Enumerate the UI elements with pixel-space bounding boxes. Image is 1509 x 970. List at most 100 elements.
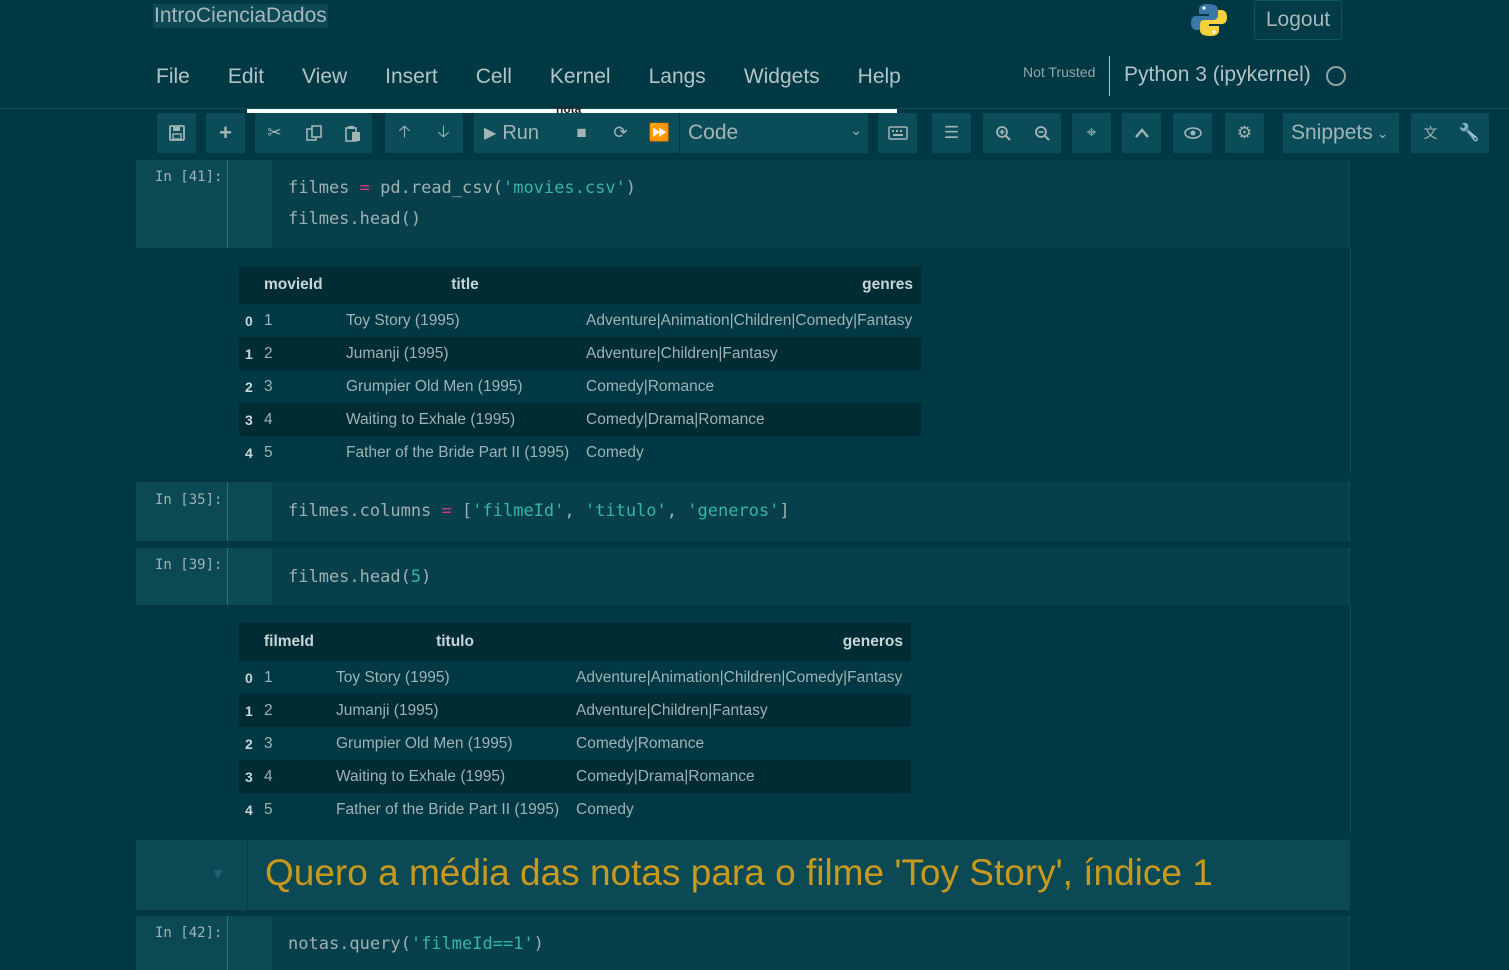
view-group — [1173, 113, 1212, 153]
code-line: filmes = pd.read_csv('movies.csv') — [288, 178, 637, 198]
dataframe-table: filmeId titulo generos 0 1 Toy Story (19… — [239, 623, 911, 826]
zoom-out-icon[interactable] — [1022, 113, 1061, 153]
stop-icon[interactable]: ■ — [562, 113, 601, 153]
chevron-down-icon: ⌄ — [850, 122, 862, 138]
menu-kernel[interactable]: Kernel — [531, 62, 630, 92]
menu-widgets[interactable]: Widgets — [725, 62, 839, 92]
column-header: generos — [575, 623, 911, 661]
table-cell: Waiting to Exhale (1995) — [335, 760, 575, 793]
cell-prompt: In [35]: — [155, 492, 223, 508]
fast-forward-icon[interactable]: ⏩ — [640, 113, 679, 153]
table-cell: Adventure|Animation|Children|Comedy|Fant… — [575, 661, 911, 694]
table-cell: 1 — [263, 304, 345, 337]
save-group — [157, 113, 196, 153]
cell-type-select[interactable]: Code ⌄ — [680, 113, 868, 153]
play-icon: ▶ — [484, 125, 497, 142]
row-index: 0 — [239, 304, 263, 337]
table-cell: Father of the Bride Part II (1995) — [345, 436, 585, 469]
row-index: 2 — [239, 727, 263, 760]
prompt-divider — [227, 548, 228, 605]
menu-file[interactable]: File — [137, 62, 209, 92]
table-row: 0 1 Toy Story (1995) Adventure|Animation… — [239, 661, 911, 694]
table-row: 0 1 Toy Story (1995) Adventure|Animation… — [239, 304, 921, 337]
row-index: 3 — [239, 760, 263, 793]
chevron-down-icon: ⌄ — [1376, 124, 1389, 141]
keyboard-icon[interactable] — [878, 113, 917, 153]
extras-group: 文 🔧 — [1411, 113, 1489, 153]
trust-status[interactable]: Not Trusted — [1023, 64, 1095, 80]
menu-insert[interactable]: Insert — [366, 62, 457, 92]
menu-help[interactable]: Help — [839, 62, 920, 92]
menu-langs[interactable]: Langs — [630, 62, 725, 92]
table-cell: 1 — [263, 661, 335, 694]
table-cell: Comedy — [575, 793, 911, 826]
table-cell: Toy Story (1995) — [335, 661, 575, 694]
collapse-group — [1122, 113, 1161, 153]
copy-icon[interactable] — [294, 113, 333, 153]
code-editor[interactable]: filmes = pd.read_csv('movies.csv') filme… — [272, 160, 1348, 248]
python-logo-icon — [1190, 2, 1228, 38]
translate-icon[interactable]: 文 — [1411, 113, 1450, 153]
menu-edit[interactable]: Edit — [209, 62, 283, 92]
code-line: filmes.head(5) — [288, 567, 432, 587]
table-row: 2 3 Grumpier Old Men (1995) Comedy|Roman… — [239, 727, 911, 760]
table-cell: Comedy|Romance — [585, 370, 921, 403]
kernel-name[interactable]: Python 3 (ipykernel) — [1124, 63, 1311, 87]
arrow-up-icon[interactable]: 🡡 — [385, 113, 424, 153]
table-cell: 2 — [263, 694, 335, 727]
table-row: 2 3 Grumpier Old Men (1995) Comedy|Roman… — [239, 370, 921, 403]
chevron-up-icon[interactable] — [1122, 113, 1161, 153]
numbered-list-icon[interactable]: ☰ — [932, 113, 971, 153]
locate-group: ⌖ — [1072, 113, 1111, 153]
code-editor[interactable]: filmes.head(5) — [272, 548, 1348, 605]
column-header: title — [345, 266, 585, 304]
table-cell: 5 — [263, 793, 335, 826]
paste-icon[interactable] — [333, 113, 372, 153]
row-index: 0 — [239, 661, 263, 694]
snippets-menu[interactable]: Snippets ⌄ — [1283, 113, 1399, 153]
eye-icon[interactable] — [1173, 113, 1212, 153]
table-row: 1 2 Jumanji (1995) Adventure|Children|Fa… — [239, 694, 911, 727]
save-icon[interactable] — [157, 113, 196, 153]
collapse-heading-icon[interactable]: ▼ — [210, 866, 226, 884]
run-button[interactable]: ▶ Run — [484, 113, 562, 153]
insert-group: + — [206, 113, 245, 153]
zoom-in-icon[interactable] — [983, 113, 1022, 153]
code-editor[interactable]: notas.query('filmeId==1') — [272, 916, 1348, 970]
prompt-divider — [227, 160, 228, 248]
table-cell: Jumanji (1995) — [335, 694, 575, 727]
kernel-divider — [1109, 56, 1110, 96]
row-index: 1 — [239, 337, 263, 370]
table-cell: Father of the Bride Part II (1995) — [335, 793, 575, 826]
settings-group: ⚙ — [1225, 113, 1264, 153]
logout-button[interactable]: Logout — [1254, 0, 1342, 40]
table-cell: Adventure|Children|Fantasy — [575, 694, 911, 727]
table-cell: Grumpier Old Men (1995) — [335, 727, 575, 760]
cut-icon[interactable]: ✂ — [255, 113, 294, 153]
plus-icon[interactable]: + — [206, 113, 245, 153]
table-cell: Comedy — [585, 436, 921, 469]
table-cell: 2 — [263, 337, 345, 370]
markdown-heading: Quero a média das notas para o filme 'To… — [265, 852, 1213, 893]
zoom-group — [983, 113, 1061, 153]
table-cell: Adventure|Children|Fantasy — [585, 337, 921, 370]
table-row: 4 5 Father of the Bride Part II (1995) C… — [239, 793, 911, 826]
code-editor[interactable]: filmes.columns = ['filmeId', 'titulo', '… — [272, 482, 1348, 541]
crosshairs-icon[interactable]: ⌖ — [1072, 113, 1111, 153]
notebook-title[interactable]: IntroCienciaDados — [153, 4, 328, 28]
table-cell: Toy Story (1995) — [345, 304, 585, 337]
notebook-header: IntroCienciaDados Logout File Edit View … — [0, 0, 1509, 109]
gears-icon[interactable]: ⚙ — [1225, 113, 1264, 153]
table-row: 3 4 Waiting to Exhale (1995) Comedy|Dram… — [239, 403, 921, 436]
table-cell: Grumpier Old Men (1995) — [345, 370, 585, 403]
table-cell: Adventure|Animation|Children|Comedy|Fant… — [585, 304, 921, 337]
wrench-icon[interactable]: 🔧 — [1450, 113, 1489, 153]
table-cell: Comedy|Romance — [575, 727, 911, 760]
prompt-divider — [227, 482, 228, 541]
menu-cell[interactable]: Cell — [457, 62, 531, 92]
restart-icon[interactable]: ⟳ — [601, 113, 640, 153]
menu-view[interactable]: View — [283, 62, 366, 92]
table-cell: Comedy|Drama|Romance — [585, 403, 921, 436]
arrow-down-icon[interactable]: 🡣 — [424, 113, 463, 153]
row-index: 4 — [239, 793, 263, 826]
